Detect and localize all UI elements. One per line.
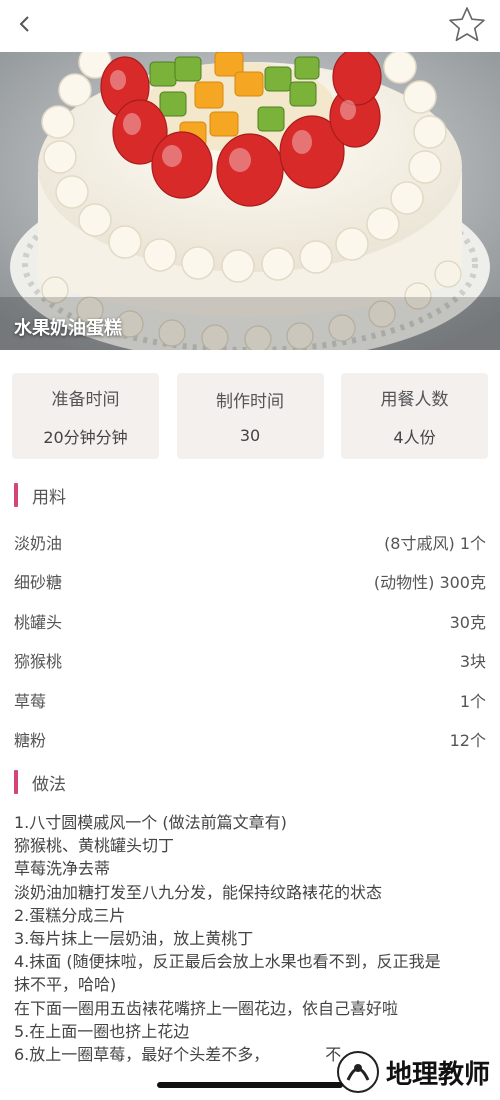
step-line: 3.每片抹上一层奶油，放上黄桃丁 bbox=[14, 929, 254, 949]
ingredient-name: 糖粉 bbox=[14, 731, 47, 751]
ingredient-name: 猕猴桃 bbox=[14, 652, 63, 672]
ingredient-name: 桃罐头 bbox=[14, 612, 63, 632]
stat-value: 4人份 bbox=[393, 427, 436, 447]
list-item: 桃罐头 30克 bbox=[14, 601, 486, 641]
stat-servings: 用餐人数 4人份 bbox=[341, 373, 488, 459]
list-item: 猕猴桃 3块 bbox=[14, 641, 486, 681]
back-button[interactable] bbox=[10, 8, 40, 40]
star-outline-icon bbox=[449, 7, 485, 42]
list-item: 糖粉 12个 bbox=[14, 720, 486, 760]
step-line: 草莓洗净去蒂 bbox=[14, 859, 111, 879]
ingredient-amount: 30克 bbox=[449, 612, 486, 632]
step-line: 1.八寸圆模戚风一个 (做法前篇文章有) bbox=[14, 813, 287, 832]
section-accent-bar bbox=[14, 770, 18, 794]
ingredient-name: 草莓 bbox=[14, 691, 47, 711]
top-bar bbox=[0, 0, 500, 52]
watermark-logo-icon bbox=[336, 1051, 379, 1093]
recipe-stats: 准备时间 20分钟分钟 制作时间 30 用餐人数 4人份 bbox=[12, 373, 488, 459]
ingredient-amount: 12个 bbox=[449, 731, 486, 751]
section-accent-bar bbox=[14, 483, 18, 507]
list-item: 草莓 1个 bbox=[14, 680, 486, 720]
cake-photo bbox=[0, 52, 500, 350]
stat-cook-time: 制作时间 30 bbox=[176, 373, 324, 459]
section-title: 做法 bbox=[32, 774, 66, 795]
stat-prep-time: 准备时间 20分钟分钟 bbox=[12, 373, 159, 459]
step-line: 2.蛋糕分成三片 bbox=[14, 905, 126, 925]
home-indicator[interactable] bbox=[157, 1082, 343, 1088]
ingredients-list: 淡奶油 (8寸戚风) 1个 细砂糖 (动物性) 300克 桃罐头 30克 猕猴桃… bbox=[14, 522, 486, 759]
ingredients-header: 用料 bbox=[14, 482, 66, 508]
list-item: 细砂糖 (动物性) 300克 bbox=[14, 562, 486, 602]
recipe-hero-image: 水果奶油蛋糕 bbox=[0, 52, 500, 350]
step-line: 抹不平，哈哈) bbox=[14, 975, 117, 995]
ingredient-amount: (8寸戚风) 1个 bbox=[384, 533, 486, 553]
ingredient-name: 细砂糖 bbox=[14, 573, 63, 593]
method-header: 做法 bbox=[14, 769, 66, 795]
chevron-left-icon bbox=[19, 16, 29, 32]
step-line: 猕猴桃、黄桃罐头切丁 bbox=[14, 836, 175, 856]
ingredient-amount: (动物性) 300克 bbox=[373, 573, 486, 593]
stat-value: 30 bbox=[239, 426, 261, 445]
stat-value: 20分钟分钟 bbox=[43, 427, 128, 447]
watermark: 地理教师 bbox=[336, 1050, 490, 1094]
step-line: 5.在上面一圈也挤上花边 bbox=[14, 1021, 190, 1041]
watermark-text: 地理教师 bbox=[385, 1059, 490, 1090]
stat-label: 准备时间 bbox=[51, 389, 120, 410]
step-line: 在下面一圈用五齿裱花嘴挤上一圈花边，依自己喜好啦 bbox=[14, 998, 399, 1018]
ingredient-amount: 3块 bbox=[459, 652, 486, 672]
stat-label: 用餐人数 bbox=[380, 389, 449, 410]
recipe-title: 水果奶油蛋糕 bbox=[14, 318, 122, 339]
list-item: 淡奶油 (8寸戚风) 1个 bbox=[14, 522, 486, 562]
favorite-button[interactable] bbox=[446, 4, 488, 46]
section-title: 用料 bbox=[32, 487, 66, 508]
stat-label: 制作时间 bbox=[216, 392, 284, 412]
step-line: 淡奶油加糖打发至八九分发，能保持纹路裱花的状态 bbox=[14, 882, 383, 902]
method-steps: 1.八寸圆模戚风一个 (做法前篇文章有) 猕猴桃、黄桃罐头切丁 草莓洗净去蒂 淡… bbox=[14, 811, 494, 1066]
ingredient-amount: 1个 bbox=[459, 691, 486, 711]
ingredient-name: 淡奶油 bbox=[14, 533, 63, 553]
step-line: 4.抹面 (随便抹啦，反正最后会放上水果也看不到，反正我是 bbox=[14, 952, 441, 972]
